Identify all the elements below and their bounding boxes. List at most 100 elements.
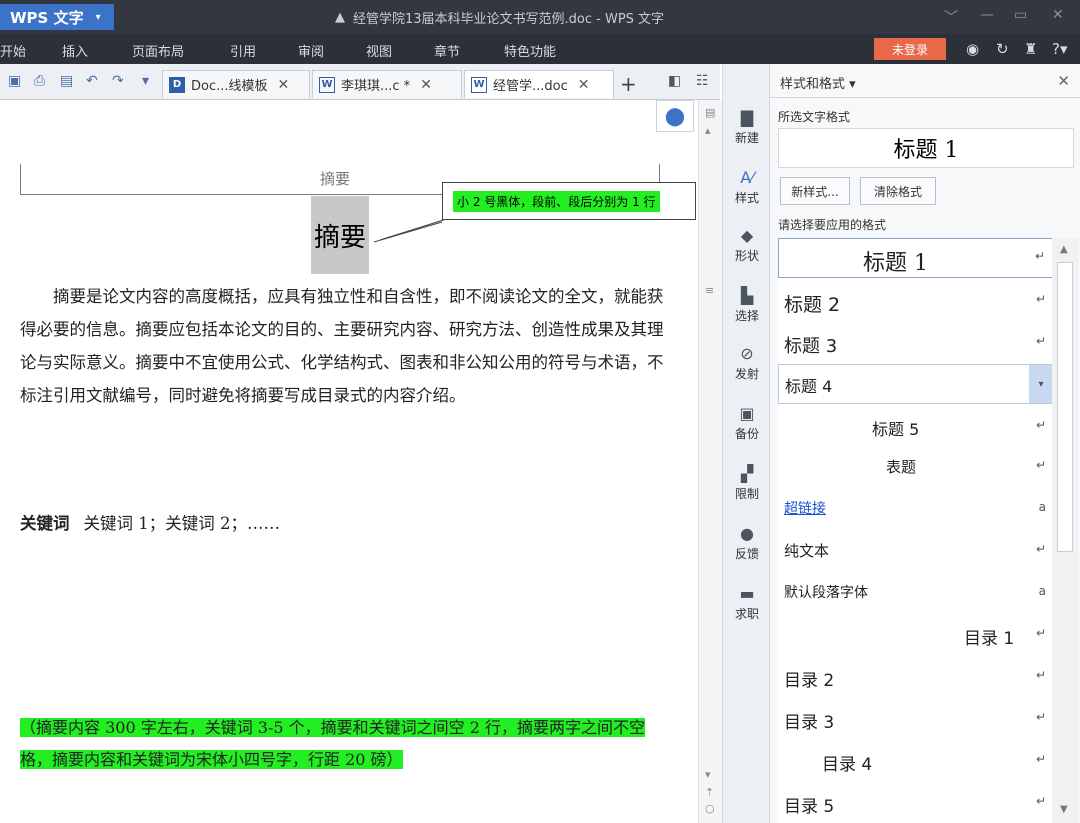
tab-jingguan-doc[interactable]: W 经管学...doc ✕ [464, 70, 614, 98]
style-item-heading-1[interactable]: 标题 1 ↵ [778, 238, 1054, 278]
side-tool-restrict[interactable]: ▞ 限制 [723, 464, 771, 502]
prev-page-icon[interactable]: ⇡ [705, 786, 714, 799]
style-item-label: 标题 2 [784, 294, 841, 316]
close-icon[interactable]: ✕ [278, 77, 290, 93]
style-item-heading-4[interactable]: 标题 4 ▾ [778, 364, 1054, 404]
side-tool-select[interactable]: ▙ 选择 [723, 286, 771, 324]
panel-title[interactable]: 样式和格式 ▾ [770, 64, 1080, 98]
style-item-table-title[interactable]: 表题 ↵ [778, 448, 1054, 488]
chevron-down-icon[interactable]: ▾ [1029, 365, 1053, 403]
new-style-button[interactable]: 新样式... [780, 177, 850, 205]
redo-icon[interactable]: ↷ [112, 73, 124, 89]
chevron-down-icon[interactable]: ▾ [142, 73, 149, 89]
style-item-toc-2[interactable]: 目录 2 ↵ [778, 658, 1054, 698]
close-icon[interactable]: ✕ [1057, 72, 1070, 90]
style-item-heading-5[interactable]: 标题 5 ↵ [778, 408, 1054, 448]
select-browse-icon[interactable]: ○ [705, 802, 715, 815]
close-icon[interactable]: ✕ [1052, 7, 1064, 23]
close-icon[interactable]: ✕ [420, 77, 432, 93]
tab-options-icon[interactable]: ☷ [696, 73, 709, 89]
style-item-label: 标题 4 [785, 377, 833, 396]
scroll-up-icon[interactable]: ▴ [705, 124, 711, 137]
style-item-label: 纯文本 [784, 542, 830, 560]
menu-item-insert[interactable]: 插入 [62, 41, 88, 60]
header-margin-line [20, 164, 21, 194]
print-preview-icon[interactable]: ▤ [60, 73, 73, 89]
side-tool-send[interactable]: ⊘ 发射 [723, 344, 771, 382]
side-tool-styles[interactable]: A⁄ 样式 [723, 168, 771, 206]
scroll-down-icon[interactable]: ▾ [705, 768, 711, 781]
briefcase-icon: ▬ [739, 584, 755, 603]
scroll-thumb-grip-icon[interactable]: ≡ [705, 284, 714, 297]
format-note[interactable]: （摘要内容 300 字左右，关键词 3-5 个，摘要和关键词之间空 2 行，摘要… [20, 712, 668, 776]
paragraph-mark-icon: ↵ [1035, 710, 1046, 724]
style-item-plain-text[interactable]: 纯文本 ↵ [778, 532, 1054, 572]
scroll-up-icon[interactable]: ▲ [1060, 244, 1068, 255]
new-tab-icon[interactable]: + [620, 72, 637, 96]
paragraph-mark-icon: ↵ [1035, 794, 1046, 808]
document-scrollbar[interactable]: ▤ ▴ ≡ ▾ ⇡ ○ [698, 100, 722, 823]
tab-list-icon[interactable]: ◧ [668, 73, 681, 89]
abstract-heading[interactable]: 摘要 [311, 196, 369, 274]
style-item-hyperlink[interactable]: 超链接 a [778, 490, 1054, 530]
style-item-heading-2[interactable]: 标题 2 ↵ [778, 282, 1054, 322]
menu-item-references[interactable]: 引用 [230, 41, 256, 60]
style-item-toc-5[interactable]: 目录 5 ↵ [778, 784, 1054, 823]
close-icon[interactable]: ✕ [578, 77, 590, 93]
side-tool-new[interactable]: ▇ 新建 [723, 108, 771, 146]
location-pin-icon[interactable]: ⬤ [656, 100, 694, 132]
paragraph-mark-icon: ↵ [1035, 458, 1046, 472]
shirt-icon[interactable]: ♜ [1024, 40, 1037, 58]
side-tool-label: 反馈 [734, 547, 759, 561]
side-tool-jobs[interactable]: ▬ 求职 [723, 584, 771, 622]
callout-text: 小 2 号黑体，段前、段后分别为 1 行 [453, 191, 660, 212]
side-tool-feedback[interactable]: ● 反馈 [723, 524, 771, 562]
paragraph-mark-icon: ↵ [1035, 626, 1046, 640]
scroll-down-icon[interactable]: ▼ [1060, 804, 1068, 815]
clear-format-button[interactable]: 清除格式 [860, 177, 936, 205]
help-icon[interactable]: ?▾ [1052, 40, 1068, 58]
menu-item-home[interactable]: 开始 [0, 41, 26, 60]
style-item-toc-3[interactable]: 目录 3 ↵ [778, 700, 1054, 740]
side-tool-label: 发射 [734, 367, 759, 381]
paragraph-mark-icon: ↵ [1034, 249, 1045, 263]
side-tool-backup[interactable]: ▣ 备份 [723, 404, 771, 442]
app-menu-button[interactable]: WPS 文字 ▾ [0, 4, 114, 30]
keywords-line[interactable]: 关键词 关键词 1；关键词 2；…… [20, 510, 280, 534]
link-icon: ⊘ [740, 344, 754, 363]
save-icon[interactable]: ▣ [8, 73, 21, 89]
style-item-toc-4[interactable]: 目录 4 ↵ [778, 742, 1054, 782]
menu-item-chapter[interactable]: 章节 [434, 41, 460, 60]
style-item-toc-1[interactable]: 目录 1 ↵ [778, 616, 1054, 656]
sync-icon[interactable]: ↻ [996, 40, 1009, 58]
window-title-text: 经管学院13届本科毕业论文书写范例.doc - WPS 文字 [353, 12, 665, 27]
menu-item-view[interactable]: 视图 [366, 41, 392, 60]
menu-item-review[interactable]: 审阅 [298, 41, 324, 60]
print-icon[interactable]: ⎙ [34, 73, 45, 89]
tab-liqiqi-doc[interactable]: W 李琪琪...c * ✕ [312, 70, 462, 98]
style-item-label: 表题 [886, 458, 917, 476]
chevron-down-icon[interactable]: ﹀ [944, 7, 958, 27]
style-item-default-font[interactable]: 默认段落字体 a [778, 574, 1054, 614]
maximize-icon[interactable]: ▭ [1014, 7, 1027, 23]
ruler-toggle-icon[interactable]: ▤ [705, 106, 715, 119]
document-icon: ▲ [335, 10, 345, 25]
scroll-thumb[interactable] [1057, 262, 1073, 552]
side-tool-label: 样式 [734, 191, 759, 205]
menu-item-page-layout[interactable]: 页面布局 [132, 41, 184, 60]
style-item-heading-3[interactable]: 标题 3 ↵ [778, 324, 1054, 364]
login-button[interactable]: 未登录 [874, 38, 946, 60]
title-bar: WPS 文字 ▾ ▲ 经管学院13届本科毕业论文书写范例.doc - WPS 文… [0, 0, 1080, 34]
side-tool-shapes[interactable]: ◆ 形状 [723, 226, 771, 264]
style-list-scrollbar[interactable]: ▲ ▼ [1052, 238, 1078, 823]
abstract-body[interactable]: 摘要是论文内容的高度概括，应具有独立性和自含性，即不阅读论文的全文，就能获得必要… [20, 280, 668, 412]
minimize-icon[interactable]: — [980, 7, 994, 23]
menu-item-features[interactable]: 特色功能 [504, 41, 556, 60]
backup-icon: ▣ [739, 404, 755, 423]
style-list: 标题 1 ↵ 标题 2 ↵ 标题 3 ↵ 标题 4 ▾ 标题 5 ↵ 表题 ↵ … [778, 238, 1054, 823]
undo-icon[interactable]: ↶ [86, 73, 98, 89]
tab-doc-template[interactable]: D Doc...线模板 ✕ [162, 70, 310, 98]
paragraph-mark-icon: ↵ [1035, 542, 1046, 556]
skin-icon[interactable]: ◉ [966, 40, 979, 58]
side-tool-label: 形状 [734, 249, 759, 263]
